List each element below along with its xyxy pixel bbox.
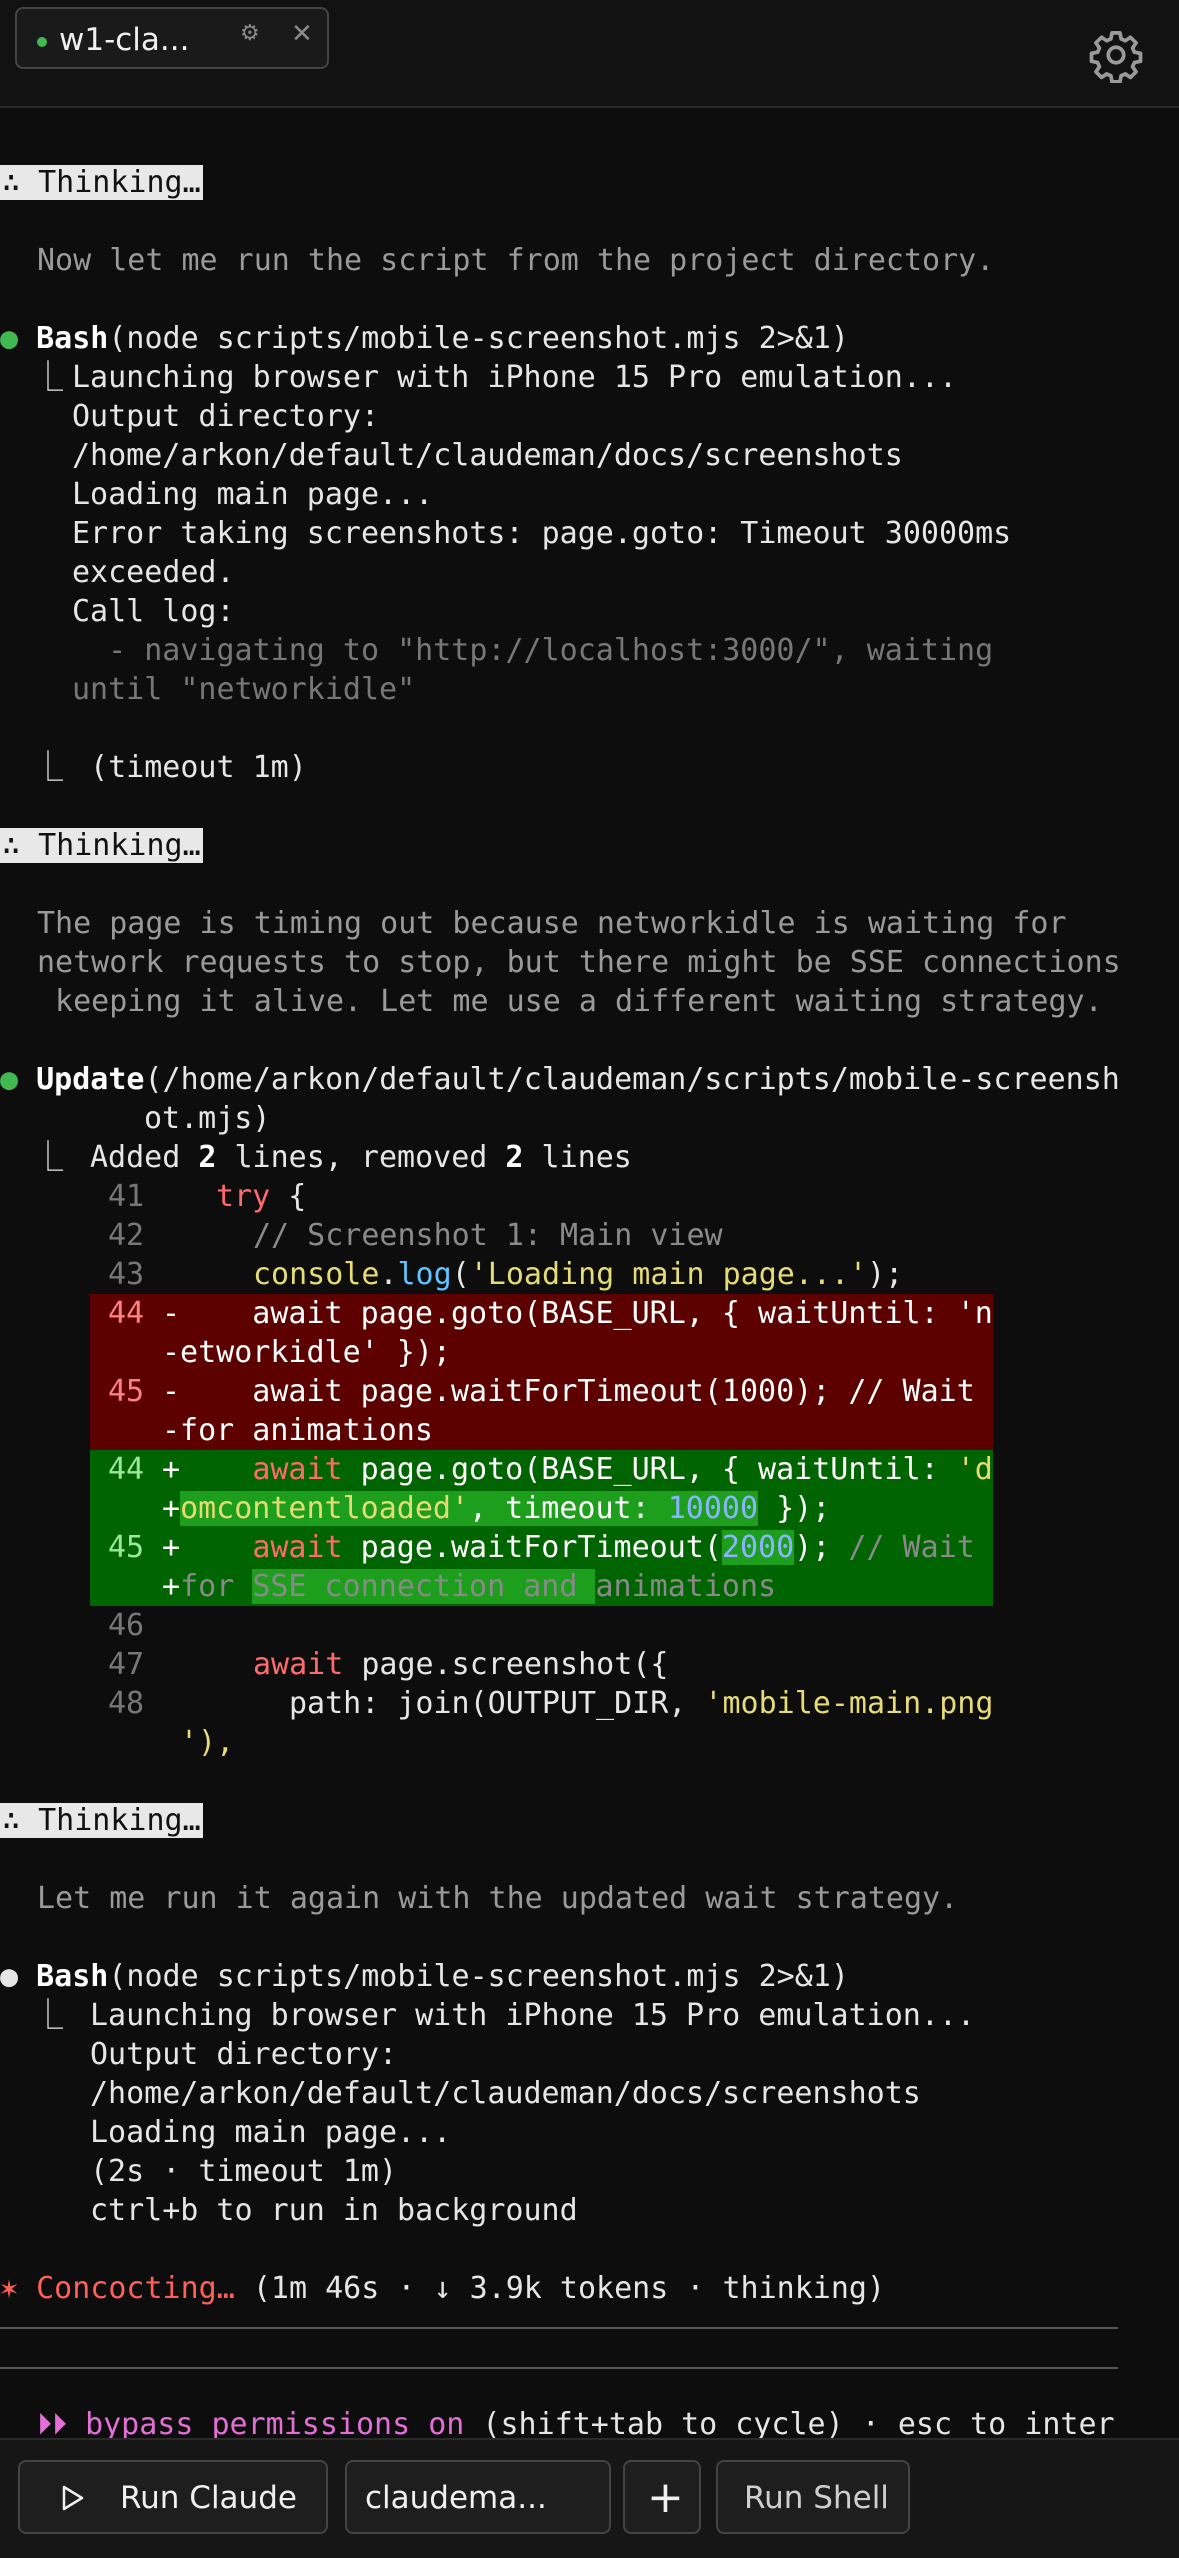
fast-forward-icon: ⏵⏵ (37, 2407, 67, 2438)
update-path-cont: ot.mjs) (144, 1101, 271, 1136)
output-connector-icon: ⎿ (33, 1998, 63, 2033)
diff-code-line: // Screenshot 1: Main view (253, 1218, 723, 1253)
assistant-message: Now let me run the script from the proje… (37, 243, 995, 278)
run-shell-button[interactable]: Run Shell (716, 2460, 910, 2534)
diff-added-line: + await page.waitForTimeout(2000); // Wa… (162, 1530, 975, 1565)
session-select-label: claudema... (365, 2480, 547, 2516)
output-line: Loading main page... (72, 477, 434, 512)
assistant-message: network requests to stop, but there migh… (37, 945, 1121, 980)
diff-line-number: 47 (108, 1647, 145, 1682)
diff-line-number: 42 (108, 1218, 145, 1253)
diff-removed-line: -for animations (162, 1413, 433, 1448)
diff-added-line: + await page.goto(BASE_URL, { waitUntil:… (162, 1452, 993, 1487)
diff-code-line: path: join(OUTPUT_DIR, 'mobile-main.png (289, 1686, 994, 1721)
diff-code-line: try { (216, 1179, 307, 1214)
output-line: (2s · timeout 1m) (90, 2154, 398, 2189)
output-line: Launching browser with iPhone 15 Pro emu… (72, 360, 958, 395)
play-icon (62, 2485, 84, 2511)
output-line: /home/arkon/default/claudeman/docs/scree… (72, 438, 903, 473)
bottom-toolbar: Run Claude claudema... + Run Shell (0, 2438, 1179, 2558)
tool-call-bash: ● Bash(node scripts/mobile-screenshot.mj… (0, 321, 849, 356)
status-line: ✶ Concocting… (1m 46s · ↓ 3.9k tokens · … (0, 2271, 886, 2306)
input-divider-top (0, 2327, 1118, 2329)
diff-removed-line: - await page.goto(BASE_URL, { waitUntil:… (162, 1296, 993, 1331)
assistant-message: The page is timing out because networkid… (37, 906, 1067, 941)
session-tab[interactable]: w1-cla... ⚙ ✕ (15, 7, 329, 69)
spinner-star-icon: ✶ (0, 2271, 19, 2306)
diff-line-number: 43 (108, 1257, 145, 1292)
success-dot-icon: ● (0, 1062, 19, 1097)
terminal-output[interactable]: ∴ Thinking… Now let me run the script fr… (0, 108, 1179, 2438)
output-connector-icon: ⎿ (33, 360, 63, 395)
diff-line-number: 45 (108, 1374, 145, 1409)
diff-line-number: 46 (108, 1608, 145, 1643)
run-claude-label: Run Claude (120, 2480, 297, 2516)
thinking-indicator: ∴ Thinking… (0, 1803, 203, 1838)
output-line: Loading main page... (90, 2115, 452, 2150)
session-tab-label: w1-cla... (59, 22, 190, 58)
permissions-status[interactable]: ⏵⏵ bypass permissions on (shift+tab to c… (37, 2405, 1115, 2438)
diff-summary: Added 2 lines, removed 2 lines (90, 1140, 632, 1175)
assistant-message: Let me run it again with the updated wai… (37, 1881, 959, 1916)
diff-line-number: 44 (108, 1452, 145, 1487)
add-session-button[interactable]: + (623, 2460, 701, 2534)
success-dot-icon: ● (0, 321, 19, 356)
output-connector-icon: ⎿ (33, 750, 63, 785)
diff-added-line: +omcontentloaded', timeout: 10000 }); (162, 1491, 831, 1526)
output-line: Output directory: (90, 2037, 398, 2072)
output-line: Launching browser with iPhone 15 Pro emu… (90, 1998, 976, 2033)
output-line: Output directory: (72, 399, 380, 434)
running-dot-icon: ● (0, 1959, 19, 1994)
diff-code-line: await page.screenshot({ (253, 1647, 669, 1682)
tool-call-update: ● Update(/home/arkon/default/claudeman/s… (0, 1062, 1120, 1097)
output-line: ctrl+b to run in background (90, 2193, 578, 2228)
diff-code-line: '), (180, 1725, 235, 1760)
tool-call-bash: ● Bash(node scripts/mobile-screenshot.mj… (0, 1959, 849, 1994)
tab-close-icon[interactable]: ✕ (291, 19, 313, 49)
output-line: exceeded. (72, 555, 235, 590)
assistant-message: keeping it alive. Let me use a different… (37, 984, 1103, 1019)
run-shell-label: Run Shell (744, 2480, 889, 2516)
diff-line-number: 45 (108, 1530, 145, 1565)
output-connector-icon: ⎿ (33, 1140, 63, 1175)
run-claude-button[interactable]: Run Claude (18, 2460, 328, 2534)
output-line: Call log: (72, 594, 235, 629)
output-line: - navigating to "http://localhost:3000/"… (72, 633, 994, 668)
thinking-indicator: ∴ Thinking… (0, 828, 203, 863)
plus-icon: + (647, 2472, 684, 2523)
app-header: w1-cla... ⚙ ✕ (0, 0, 1179, 108)
settings-gear-icon[interactable] (1088, 27, 1144, 83)
tab-gear-icon[interactable]: ⚙ (240, 21, 260, 46)
output-line: Error taking screenshots: page.goto: Tim… (72, 516, 1012, 551)
diff-line-number: 48 (108, 1686, 145, 1721)
diff-line-number: 44 (108, 1296, 145, 1331)
diff-removed-line: -etworkidle' }); (162, 1335, 451, 1370)
thinking-indicator: ∴ Thinking… (0, 165, 203, 200)
output-line: /home/arkon/default/claudeman/docs/scree… (90, 2076, 921, 2111)
diff-line-number: 41 (108, 1179, 145, 1214)
input-divider-bottom (0, 2367, 1118, 2369)
status-dot-icon (37, 37, 47, 47)
diff-removed-line: - await page.waitForTimeout(1000); // Wa… (162, 1374, 975, 1409)
timeout-note: (timeout 1m) (72, 750, 307, 785)
diff-added-line: +for SSE connection and animations (162, 1569, 777, 1604)
session-select[interactable]: claudema... (345, 2460, 611, 2534)
output-line: until "networkidle" (72, 672, 416, 707)
diff-code-line: console.log('Loading main page...'); (253, 1257, 904, 1292)
